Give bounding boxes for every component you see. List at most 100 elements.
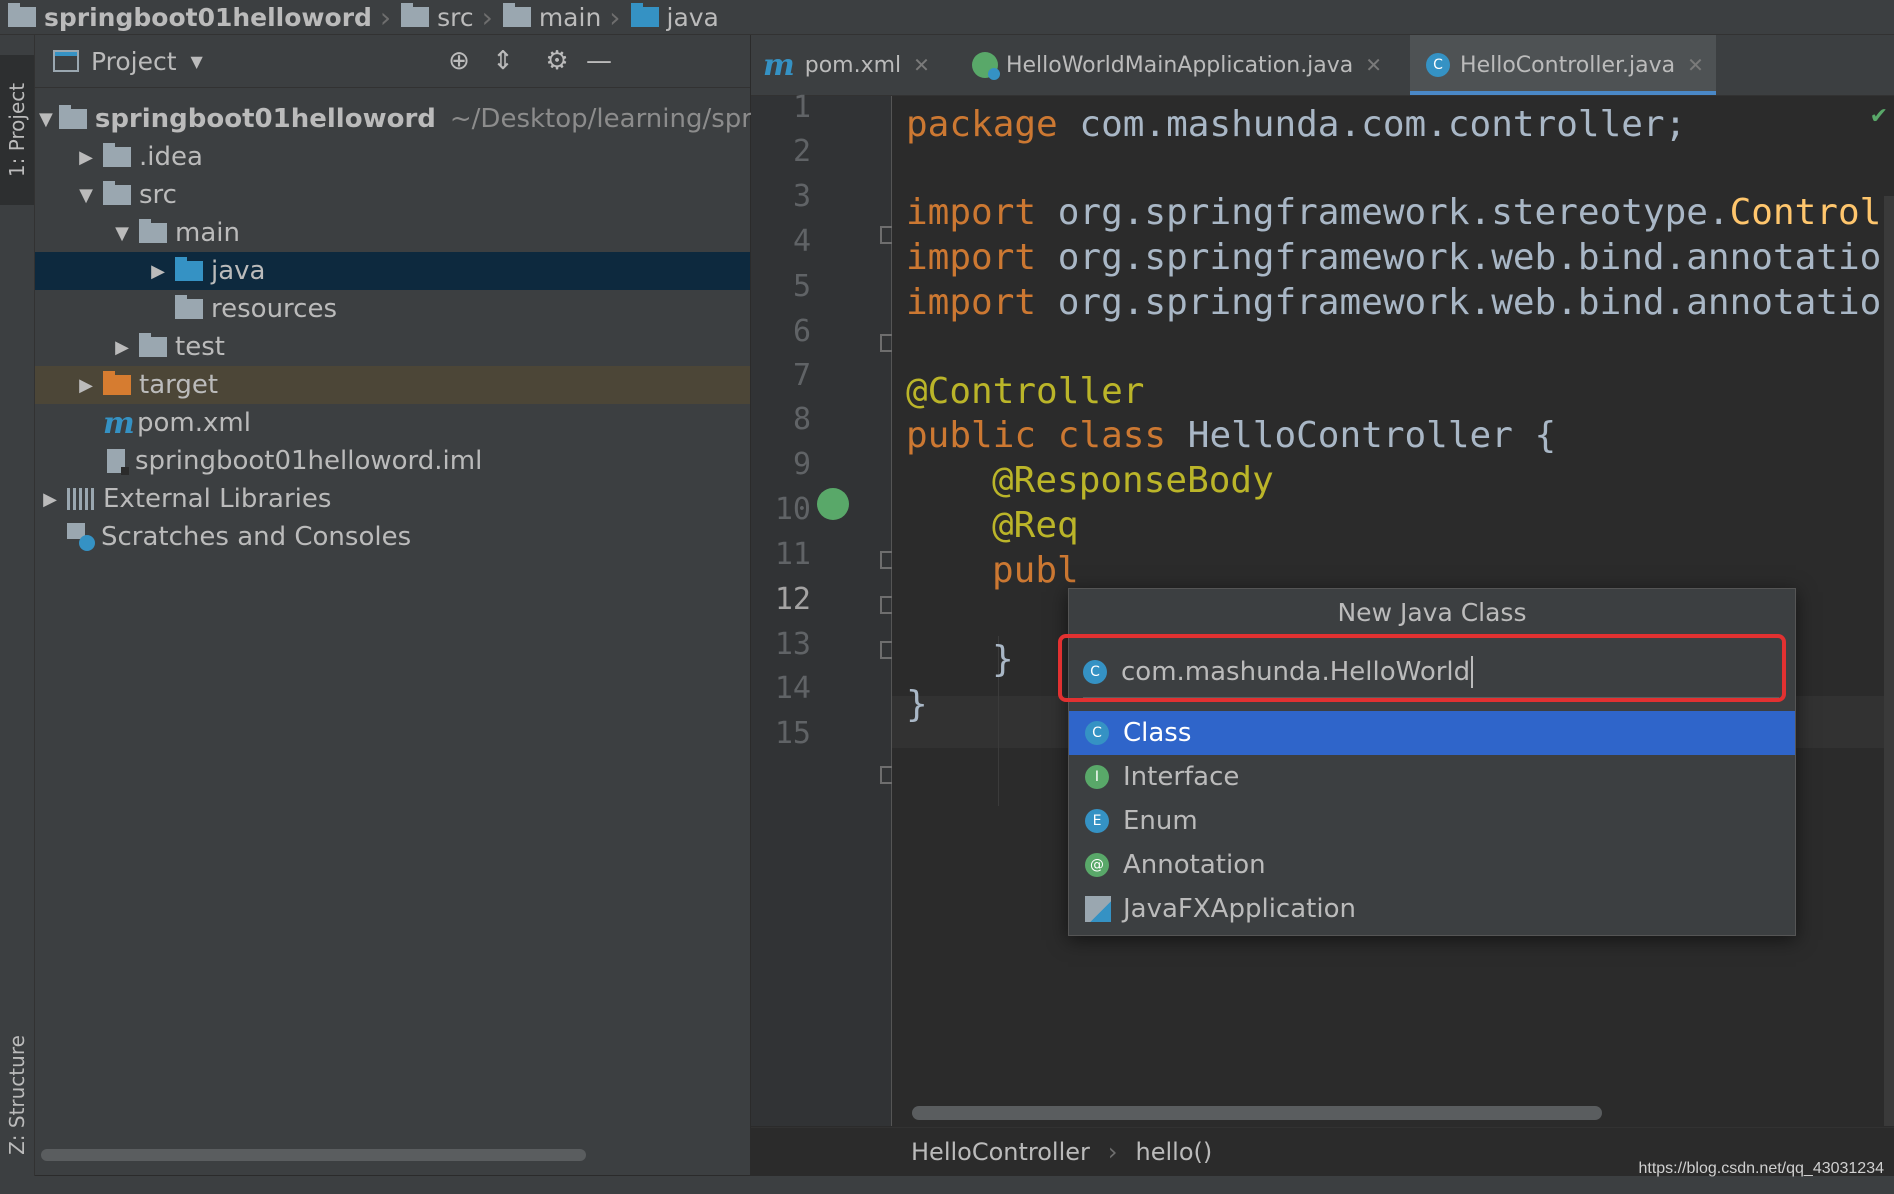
- project-folder-icon: [8, 3, 36, 27]
- tree-item-idea[interactable]: ▶ .idea: [35, 138, 750, 176]
- line-number: 2: [792, 134, 811, 169]
- tab-pom-xml[interactable]: m pom.xml ✕: [751, 35, 942, 95]
- tree-item-root[interactable]: ▼ springboot01helloword ~/Desktop/learni…: [35, 100, 809, 138]
- horizontal-scrollbar[interactable]: [41, 1149, 586, 1161]
- line-number: 3: [792, 179, 811, 214]
- code-line-10: @Req: [992, 505, 1079, 546]
- tree-item-scratches[interactable]: Scratches and Consoles: [35, 518, 750, 556]
- collapsed-arrow-icon[interactable]: ▶: [75, 375, 97, 396]
- breadcrumb-method[interactable]: hello(): [1136, 1138, 1213, 1166]
- line-number: 1: [792, 90, 811, 125]
- kind-label: JavaFXApplication: [1123, 894, 1356, 924]
- close-icon[interactable]: ✕: [1687, 53, 1704, 77]
- source-folder-icon: [630, 3, 659, 27]
- line-number-current: 12: [774, 582, 811, 617]
- tool-tab-project-label: 1: Project: [5, 82, 29, 178]
- kind-label: Interface: [1123, 762, 1240, 792]
- tool-tab-structure[interactable]: Z: Structure: [0, 1015, 34, 1175]
- chevron-right-icon: ›: [481, 0, 493, 34]
- code-line-3: import org.springframework.stereotype.Co…: [906, 192, 1882, 233]
- tree-item-target[interactable]: ▶ target: [35, 366, 750, 404]
- class-icon: C: [1085, 721, 1109, 745]
- chevron-right-icon: ›: [379, 0, 392, 34]
- close-icon[interactable]: ✕: [1365, 53, 1382, 77]
- line-number: 10: [774, 492, 811, 527]
- expanded-arrow-icon[interactable]: ▼: [39, 109, 53, 130]
- tab-helloworldmainapplication[interactable]: HelloWorldMainApplication.java ✕: [942, 35, 1394, 95]
- javafx-icon: [1085, 896, 1111, 922]
- folder-icon: [139, 219, 167, 243]
- kind-option-annotation[interactable]: @ Annotation: [1069, 843, 1795, 887]
- collapsed-arrow-icon[interactable]: ▶: [75, 147, 97, 168]
- spring-bean-icon[interactable]: [817, 488, 849, 520]
- crumb-project[interactable]: springboot01helloword: [0, 3, 378, 32]
- dropdown-arrow-icon[interactable]: ▼: [191, 52, 203, 71]
- chevron-right-icon: ›: [609, 0, 621, 34]
- breadcrumb-class[interactable]: HelloController: [911, 1138, 1090, 1166]
- folder-icon: [139, 333, 167, 357]
- crumb-main-label: main: [538, 2, 602, 32]
- expanded-arrow-icon[interactable]: ▼: [75, 185, 97, 206]
- crumb-java[interactable]: java: [623, 3, 725, 32]
- module-folder-icon: [58, 105, 87, 129]
- code-line-5: import org.springframework.web.bind.anno…: [906, 282, 1882, 323]
- folder-icon: [103, 181, 131, 205]
- tree-item-external-libraries[interactable]: ▶ External Libraries: [35, 480, 750, 518]
- line-number: 14: [774, 671, 811, 706]
- line-number: 8: [792, 402, 811, 437]
- tree-item-iml[interactable]: springboot01helloword.iml: [35, 442, 750, 480]
- dialog-title: New Java Class: [1337, 597, 1527, 627]
- line-number: 4: [792, 224, 811, 259]
- tree-item-label: src: [139, 180, 177, 210]
- kind-option-interface[interactable]: I Interface: [1069, 755, 1795, 799]
- folder-icon: [103, 143, 131, 167]
- kind-option-class[interactable]: C Class: [1069, 711, 1795, 755]
- tree-item-label: target: [139, 370, 219, 400]
- expanded-arrow-icon[interactable]: ▼: [111, 223, 133, 244]
- horizontal-scrollbar[interactable]: [912, 1106, 1602, 1120]
- kind-label: Class: [1123, 718, 1192, 748]
- collapsed-arrow-icon[interactable]: ▶: [111, 337, 133, 358]
- project-panel-title[interactable]: Project: [91, 47, 177, 76]
- tool-tab-project[interactable]: 1: Project: [0, 55, 34, 205]
- kind-option-enum[interactable]: E Enum: [1069, 799, 1795, 843]
- hide-icon[interactable]: —: [583, 45, 615, 77]
- vertical-scrollbar[interactable]: [1884, 196, 1894, 1126]
- tree-item-main[interactable]: ▼ main: [35, 214, 750, 252]
- annotation-icon: @: [1085, 853, 1109, 877]
- kind-option-javafx[interactable]: JavaFXApplication: [1069, 887, 1795, 931]
- tree-item-java[interactable]: ▶ java: [35, 252, 750, 290]
- maven-icon: m: [763, 47, 795, 83]
- tree-item-label: main: [175, 218, 240, 248]
- crumb-src[interactable]: src: [393, 3, 480, 32]
- project-view-icon: [53, 50, 79, 72]
- tab-label: pom.xml: [804, 52, 902, 78]
- project-panel-header: Project ▼ ⊕ ⇕ ⚙ —: [35, 35, 750, 88]
- locate-icon[interactable]: ⊕: [443, 45, 475, 77]
- status-bar: [0, 1176, 1894, 1194]
- close-icon[interactable]: ✕: [913, 53, 930, 77]
- tree-item-test[interactable]: ▶ test: [35, 328, 750, 366]
- check-icon: ✔: [1869, 104, 1888, 129]
- tree-item-label: Scratches and Consoles: [101, 522, 412, 552]
- tab-hellocontroller[interactable]: C HelloController.java ✕: [1410, 35, 1716, 95]
- kind-label: Enum: [1123, 806, 1198, 836]
- code-line-14: }: [906, 684, 928, 725]
- gear-icon[interactable]: ⚙: [541, 45, 573, 77]
- class-icon: C: [1426, 53, 1451, 77]
- collapse-all-icon[interactable]: ⇕: [487, 45, 519, 77]
- crumb-main[interactable]: main: [495, 3, 607, 32]
- collapsed-arrow-icon[interactable]: ▶: [147, 261, 169, 282]
- collapsed-arrow-icon[interactable]: ▶: [39, 489, 61, 510]
- folder-icon: [401, 3, 430, 27]
- code-line-9: @ResponseBody: [992, 460, 1274, 501]
- maven-icon: m: [103, 405, 135, 441]
- libraries-icon: [67, 488, 97, 510]
- tree-item-resources[interactable]: resources: [35, 290, 750, 328]
- code-line-11: publ: [992, 550, 1079, 591]
- tree-item-label: test: [175, 332, 225, 362]
- tree-item-label: java: [211, 256, 266, 286]
- tree-item-pom[interactable]: m pom.xml: [35, 404, 750, 442]
- tool-tab-structure-label: Z: Structure: [5, 1035, 29, 1155]
- tree-item-src[interactable]: ▼ src: [35, 176, 750, 214]
